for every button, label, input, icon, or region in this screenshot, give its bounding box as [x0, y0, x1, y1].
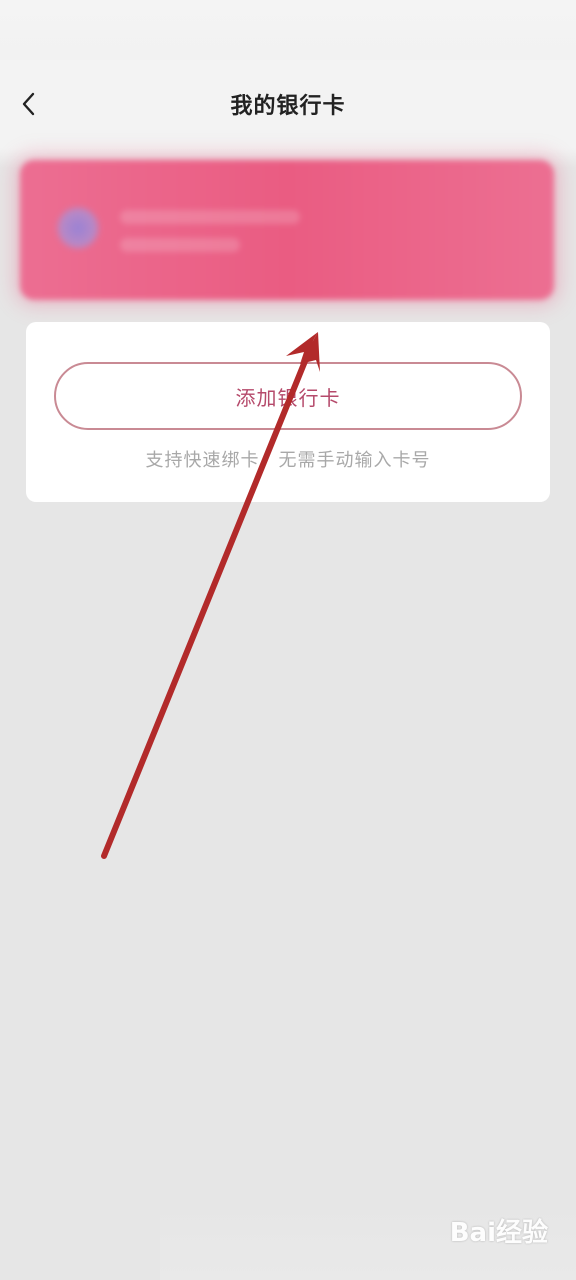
status-bar	[0, 0, 576, 60]
add-card-hint: 支持快速绑卡，无需手动输入卡号	[145, 450, 431, 471]
add-bank-card-button[interactable]: 添加银行卡	[54, 362, 522, 430]
watermark-text: Bai经验	[449, 1218, 548, 1248]
add-card-panel: 添加银行卡 支持快速绑卡，无需手动输入卡号	[26, 322, 550, 502]
page-title: 我的银行卡	[230, 94, 346, 119]
bank-logo	[56, 206, 100, 250]
watermark-logo: Bai经验	[450, 1212, 548, 1249]
card-number-blurred	[120, 238, 240, 252]
card-info-blurred	[120, 210, 300, 224]
nav-header: 我的银行卡	[0, 60, 576, 148]
bank-card[interactable]	[20, 160, 554, 300]
